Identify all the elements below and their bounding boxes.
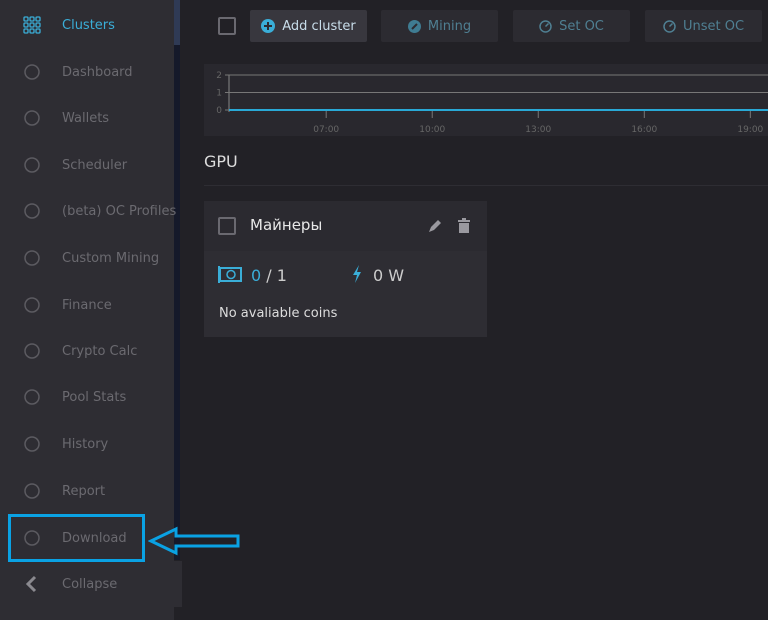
trash-icon[interactable] xyxy=(457,218,471,234)
unset-oc-button[interactable]: Unset OC xyxy=(645,10,762,42)
x-tick-label: 07:00 xyxy=(313,125,339,135)
gear-icon xyxy=(22,248,42,268)
cluster-name: Майнеры xyxy=(250,216,323,234)
y-tick-label: 2 xyxy=(216,71,222,81)
sidebar-item-pool-stats[interactable]: Pool Stats xyxy=(0,374,174,420)
sidebar-item-dashboard[interactable]: Dashboard xyxy=(0,49,174,95)
cluster-card[interactable]: Майнеры 0 / 1 0 W No avaliable coins xyxy=(204,201,487,337)
sidebar-item-label: Custom Mining xyxy=(62,250,160,266)
chevron-left-icon xyxy=(22,574,42,594)
coins-status: No avaliable coins xyxy=(219,306,338,321)
x-tick-label: 19:00 xyxy=(737,125,763,135)
unset-oc-label: Unset OC xyxy=(682,18,745,34)
gpu-total: / 1 xyxy=(261,266,287,285)
sidebar-item-label: Pool Stats xyxy=(62,389,127,405)
add-cluster-button[interactable]: Add cluster xyxy=(250,10,367,42)
gpu-online: 0 xyxy=(251,266,262,285)
power-value: 0 W xyxy=(373,266,405,285)
history-icon xyxy=(22,434,42,454)
sidebar-item-label: History xyxy=(62,436,109,452)
mining-button[interactable]: Mining xyxy=(381,10,498,42)
sidebar-item-label: Scheduler xyxy=(62,157,128,173)
pool-icon xyxy=(22,387,42,407)
scrollbar-thumb[interactable] xyxy=(174,0,180,45)
x-tick-label: 10:00 xyxy=(419,125,445,135)
sidebar-item-beta-oc-profiles[interactable]: (beta) OC Profiles xyxy=(0,188,177,234)
card-header xyxy=(204,201,487,251)
calculator-icon xyxy=(22,341,42,361)
select-all-checkbox[interactable] xyxy=(218,17,236,35)
section-title: GPU xyxy=(204,152,238,171)
sidebar-item-scheduler[interactable]: Scheduler xyxy=(0,142,174,188)
x-tick-label: 13:00 xyxy=(525,125,551,135)
sidebar-item-collapse[interactable]: Collapse xyxy=(0,561,182,607)
sidebar-item-label: Crypto Calc xyxy=(62,343,138,359)
set-oc-button[interactable]: Set OC xyxy=(513,10,630,42)
coins-icon xyxy=(22,295,42,315)
sidebar-item-label: Report xyxy=(62,483,106,499)
lightning-icon xyxy=(353,265,361,283)
gauge-icon xyxy=(663,19,676,33)
report-chart-icon xyxy=(22,481,42,501)
gpu-count: 0 / 1 xyxy=(251,266,287,285)
y-tick-label: 1 xyxy=(216,89,222,99)
gpu-chart: 0 1 2 07:00 10:00 13:00 16:00 19:00 xyxy=(204,64,768,136)
mining-label: Mining xyxy=(427,18,472,34)
edit-pencil-icon[interactable] xyxy=(427,218,443,234)
gauge-icon xyxy=(539,19,552,33)
speedometer-icon xyxy=(22,62,42,82)
sidebar-item-crypto-calc[interactable]: Crypto Calc xyxy=(0,328,174,374)
x-tick-label: 16:00 xyxy=(631,125,657,135)
sidebar-item-finance[interactable]: Finance xyxy=(0,282,174,328)
sidebar-item-history[interactable]: History xyxy=(0,421,174,467)
plus-circle-icon xyxy=(261,19,276,33)
divider xyxy=(204,185,768,186)
arrow-annotation xyxy=(148,526,240,556)
sidebar-item-label: Collapse xyxy=(62,576,118,592)
sidebar-item-custom-mining[interactable]: Custom Mining xyxy=(0,235,174,281)
sidebar-scrollbar[interactable] xyxy=(174,0,180,560)
add-cluster-label: Add cluster xyxy=(282,18,356,34)
sidebar-item-clusters[interactable]: Clusters xyxy=(0,2,174,48)
calendar-clock-icon xyxy=(22,155,42,175)
pickaxe-icon xyxy=(407,19,421,33)
sidebar-item-wallets[interactable]: Wallets xyxy=(0,95,174,141)
gauge-icon xyxy=(22,201,42,221)
gpu-card-icon xyxy=(218,266,242,283)
sidebar-item-report[interactable]: Report xyxy=(0,468,174,514)
y-tick-label: 0 xyxy=(216,106,222,116)
sidebar-item-label: (beta) OC Profiles xyxy=(62,203,177,219)
highlight-box xyxy=(8,514,145,562)
sidebar-item-label: Wallets xyxy=(62,110,110,126)
sidebar-item-label: Clusters xyxy=(62,17,115,33)
sidebar-item-label: Dashboard xyxy=(62,64,133,80)
sidebar-item-label: Finance xyxy=(62,297,112,313)
cluster-checkbox[interactable] xyxy=(218,217,236,235)
grid-icon xyxy=(22,15,42,35)
wallet-icon xyxy=(22,108,42,128)
set-oc-label: Set OC xyxy=(559,18,604,34)
